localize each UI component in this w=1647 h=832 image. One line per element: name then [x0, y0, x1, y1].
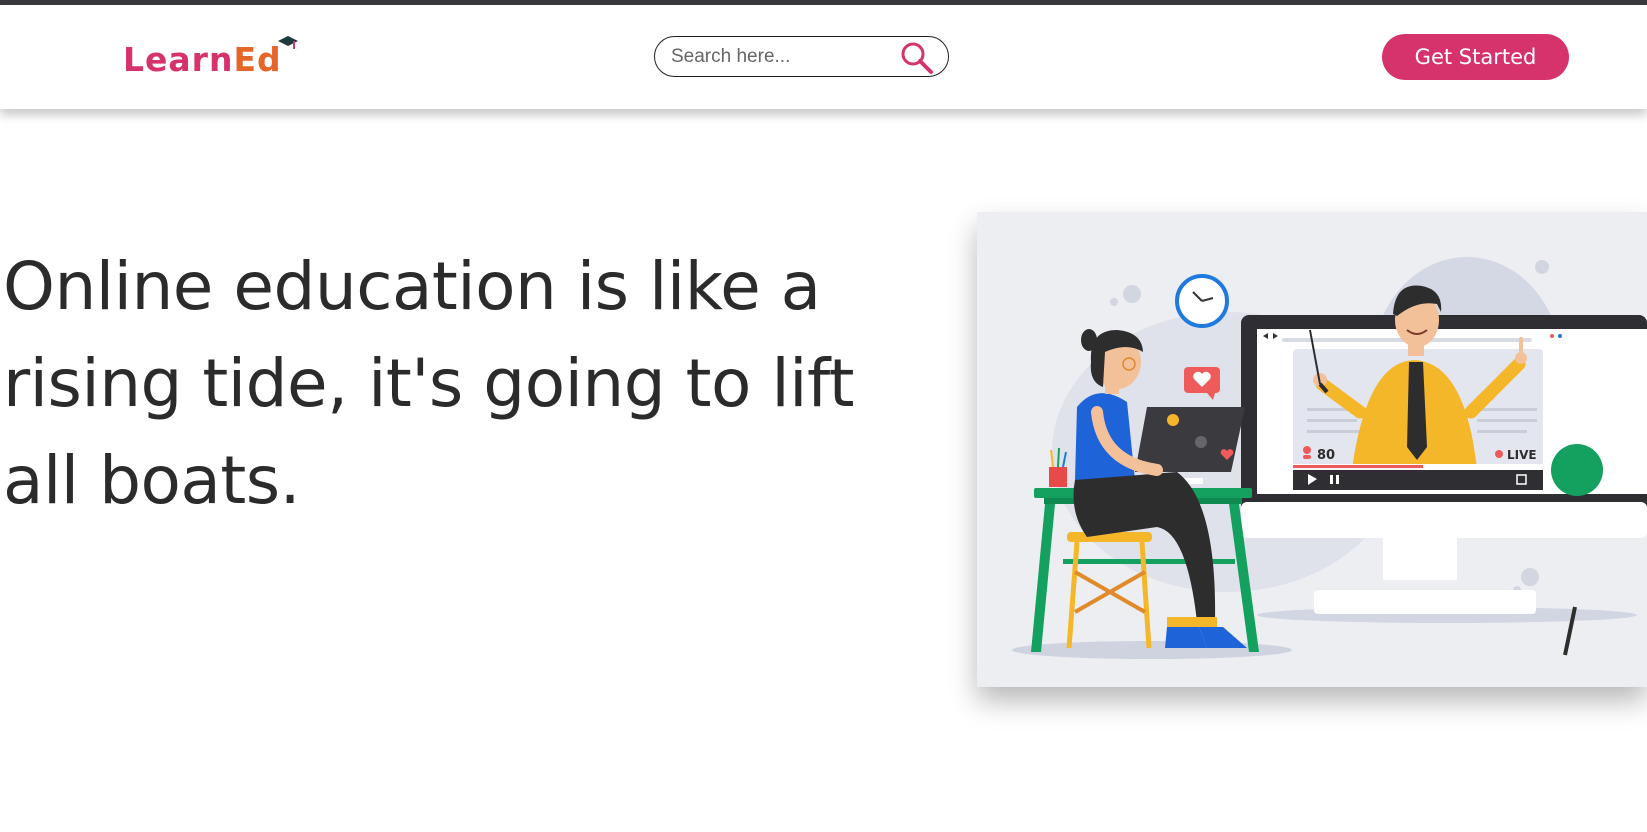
- search-icon[interactable]: [900, 41, 934, 75]
- graduation-cap-icon: [278, 36, 298, 49]
- get-started-button[interactable]: Get Started: [1382, 34, 1569, 80]
- clock-icon: [1175, 274, 1229, 328]
- logo-text-accent: Ed: [233, 40, 282, 79]
- viewer-count: 80: [1317, 448, 1335, 463]
- logo[interactable]: Learn Ed: [123, 36, 298, 79]
- hero-headline: Online education is like a rising tide, …: [3, 248, 854, 519]
- online-class-illustration: 80 LIVE: [1012, 257, 1647, 659]
- search-bar: [654, 36, 949, 77]
- logo-text-main: Learn: [123, 40, 234, 79]
- live-badge: LIVE: [1507, 448, 1537, 462]
- hero-illustration: 80 LIVE: [977, 212, 1647, 687]
- search-input[interactable]: [669, 43, 893, 71]
- site-header: LearnEd Get Started: [0, 5, 1647, 109]
